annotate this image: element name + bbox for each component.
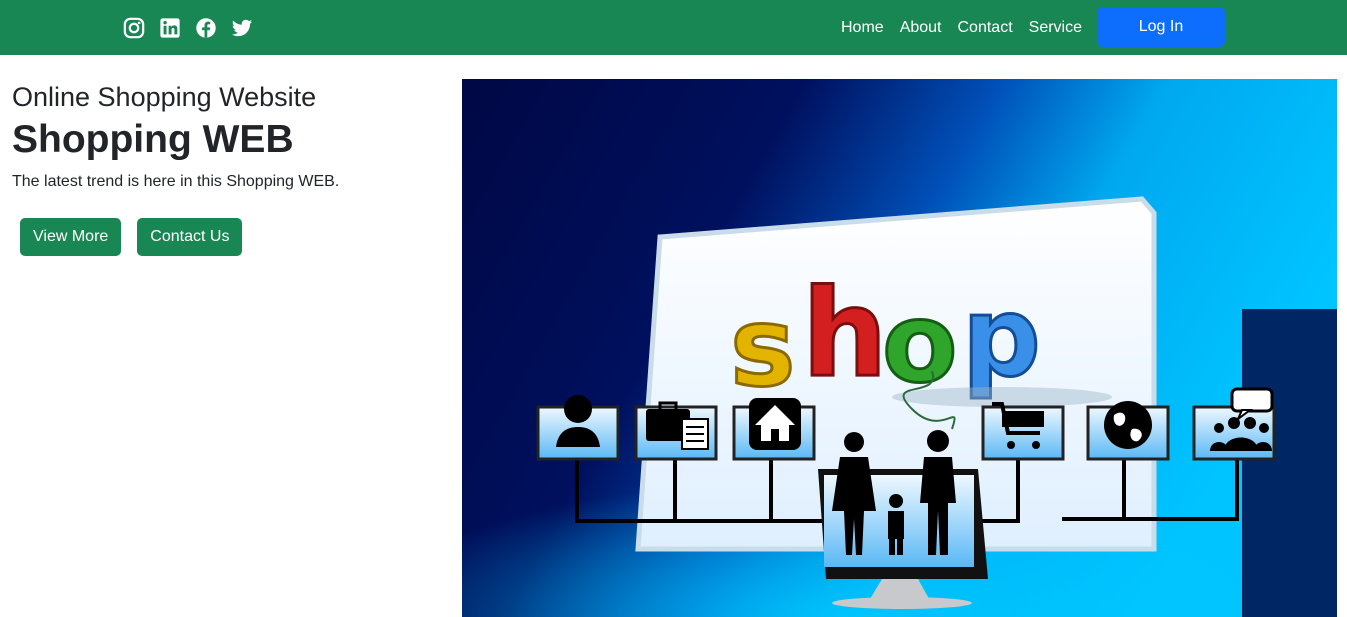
view-more-button[interactable]: View More <box>20 218 122 256</box>
facebook-icon[interactable] <box>195 17 217 39</box>
nav-link-service[interactable]: Service <box>1029 18 1082 38</box>
svg-text:p: p <box>962 273 1041 401</box>
nav-link-home[interactable]: Home <box>841 18 884 38</box>
hero-description: The latest trend is here in this Shoppin… <box>12 173 340 190</box>
twitter-icon[interactable] <box>231 17 253 39</box>
navbar: Home About Contact Service Log In <box>0 0 1347 55</box>
globe-icon <box>1104 401 1152 449</box>
hero-buttons: View More Contact Us <box>12 218 442 256</box>
nav-link-contact[interactable]: Contact <box>958 18 1013 38</box>
instagram-icon[interactable] <box>123 17 145 39</box>
contact-us-button[interactable]: Contact Us <box>137 218 243 256</box>
hero-subtitle: Online Shopping Website <box>12 82 317 112</box>
svg-text:h: h <box>802 265 887 404</box>
linkedin-icon[interactable] <box>159 17 181 39</box>
hero-text: Online Shopping Website Shopping WEB The… <box>12 80 442 256</box>
social-links <box>123 17 253 39</box>
home-icon <box>749 398 801 450</box>
nav-links: Home About Contact Service <box>841 18 1082 38</box>
hero-image: s h o p <box>462 79 1337 617</box>
nav-link-about[interactable]: About <box>900 18 942 38</box>
svg-text:s: s <box>730 283 795 411</box>
login-button[interactable]: Log In <box>1097 7 1225 47</box>
hero-title: Shopping WEB <box>12 118 294 161</box>
